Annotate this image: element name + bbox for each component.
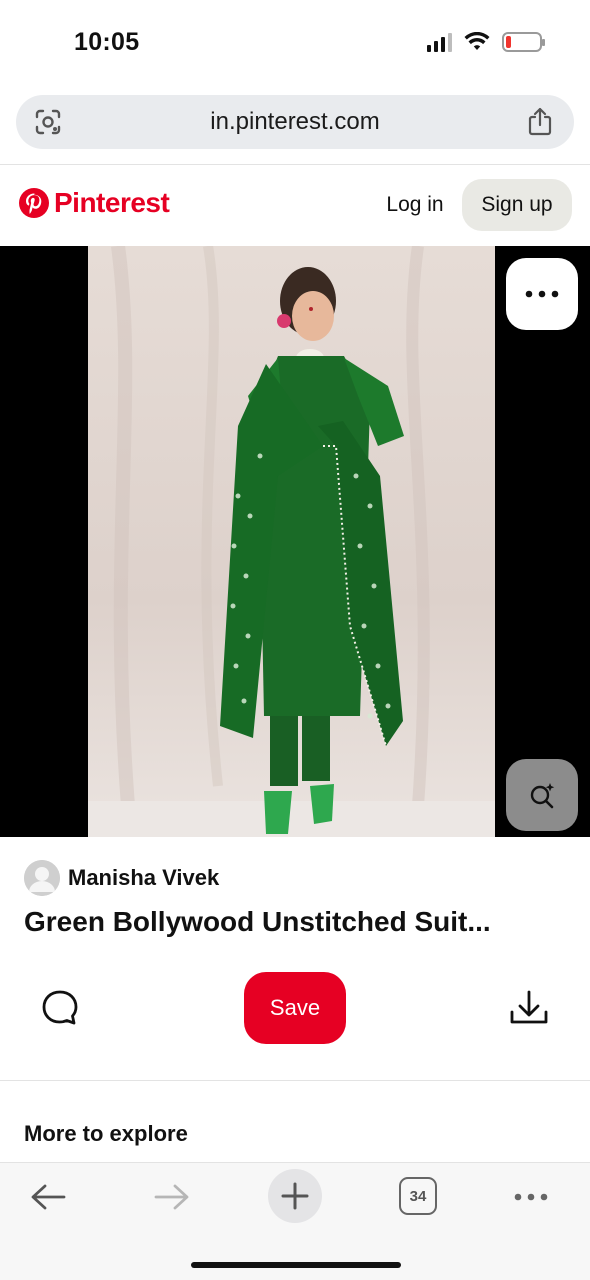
share-icon[interactable]: [526, 106, 554, 136]
pinterest-wordmark: Pinterest: [54, 187, 170, 218]
wifi-icon: [464, 32, 490, 50]
more-options-button[interactable]: [506, 258, 578, 330]
plus-icon: [281, 1182, 309, 1210]
ellipsis-icon: [525, 290, 559, 298]
signup-button[interactable]: Sign up: [462, 179, 572, 231]
visual-search-icon[interactable]: [34, 108, 62, 136]
divider: [0, 1080, 590, 1081]
section-heading: More to explore: [24, 1121, 188, 1146]
ellipsis-icon: [514, 1193, 548, 1201]
avatar[interactable]: [24, 860, 60, 896]
new-tab-button[interactable]: [268, 1169, 322, 1223]
lens-icon: [530, 783, 555, 809]
default-avatar-icon: [24, 860, 60, 896]
cellular-signal-icon: [427, 32, 452, 52]
status-icons: [427, 32, 545, 52]
forward-arrow-icon: [154, 1184, 189, 1210]
pin-image-container: [0, 246, 590, 837]
pin-actions: Save: [0, 970, 590, 1046]
back-button[interactable]: [28, 1179, 68, 1215]
battery-level: [506, 36, 511, 48]
battery-icon: [502, 32, 545, 52]
pin-photo-illustration: [88, 246, 495, 837]
login-button[interactable]: Log in: [376, 179, 454, 231]
author-name[interactable]: Manisha Vivek: [68, 865, 219, 891]
site-header: Pinterest Log in Sign up: [0, 165, 590, 245]
pin-image[interactable]: [88, 246, 495, 837]
pinterest-logo[interactable]: Pinterest: [18, 187, 170, 219]
back-arrow-icon: [31, 1184, 66, 1210]
status-bar: 10:05: [0, 0, 590, 92]
pin-author[interactable]: Manisha Vivek: [24, 860, 219, 896]
url-text[interactable]: in.pinterest.com: [210, 108, 379, 136]
download-icon: [510, 990, 548, 1024]
home-indicator: [191, 1262, 401, 1268]
pinterest-logo-icon: [19, 188, 49, 218]
comment-button[interactable]: [40, 988, 80, 1028]
forward-button[interactable]: [152, 1179, 192, 1215]
download-button[interactable]: [508, 988, 550, 1028]
tabs-button[interactable]: 34: [399, 1177, 437, 1215]
address-bar[interactable]: in.pinterest.com: [16, 95, 574, 149]
comment-icon: [42, 990, 78, 1025]
pin-title: Green Bollywood Unstitched Suit...: [24, 906, 491, 937]
status-time: 10:05: [74, 28, 140, 56]
browser-menu-button[interactable]: [510, 1179, 552, 1215]
visual-search-button[interactable]: [506, 759, 578, 831]
save-button[interactable]: Save: [244, 972, 346, 1044]
